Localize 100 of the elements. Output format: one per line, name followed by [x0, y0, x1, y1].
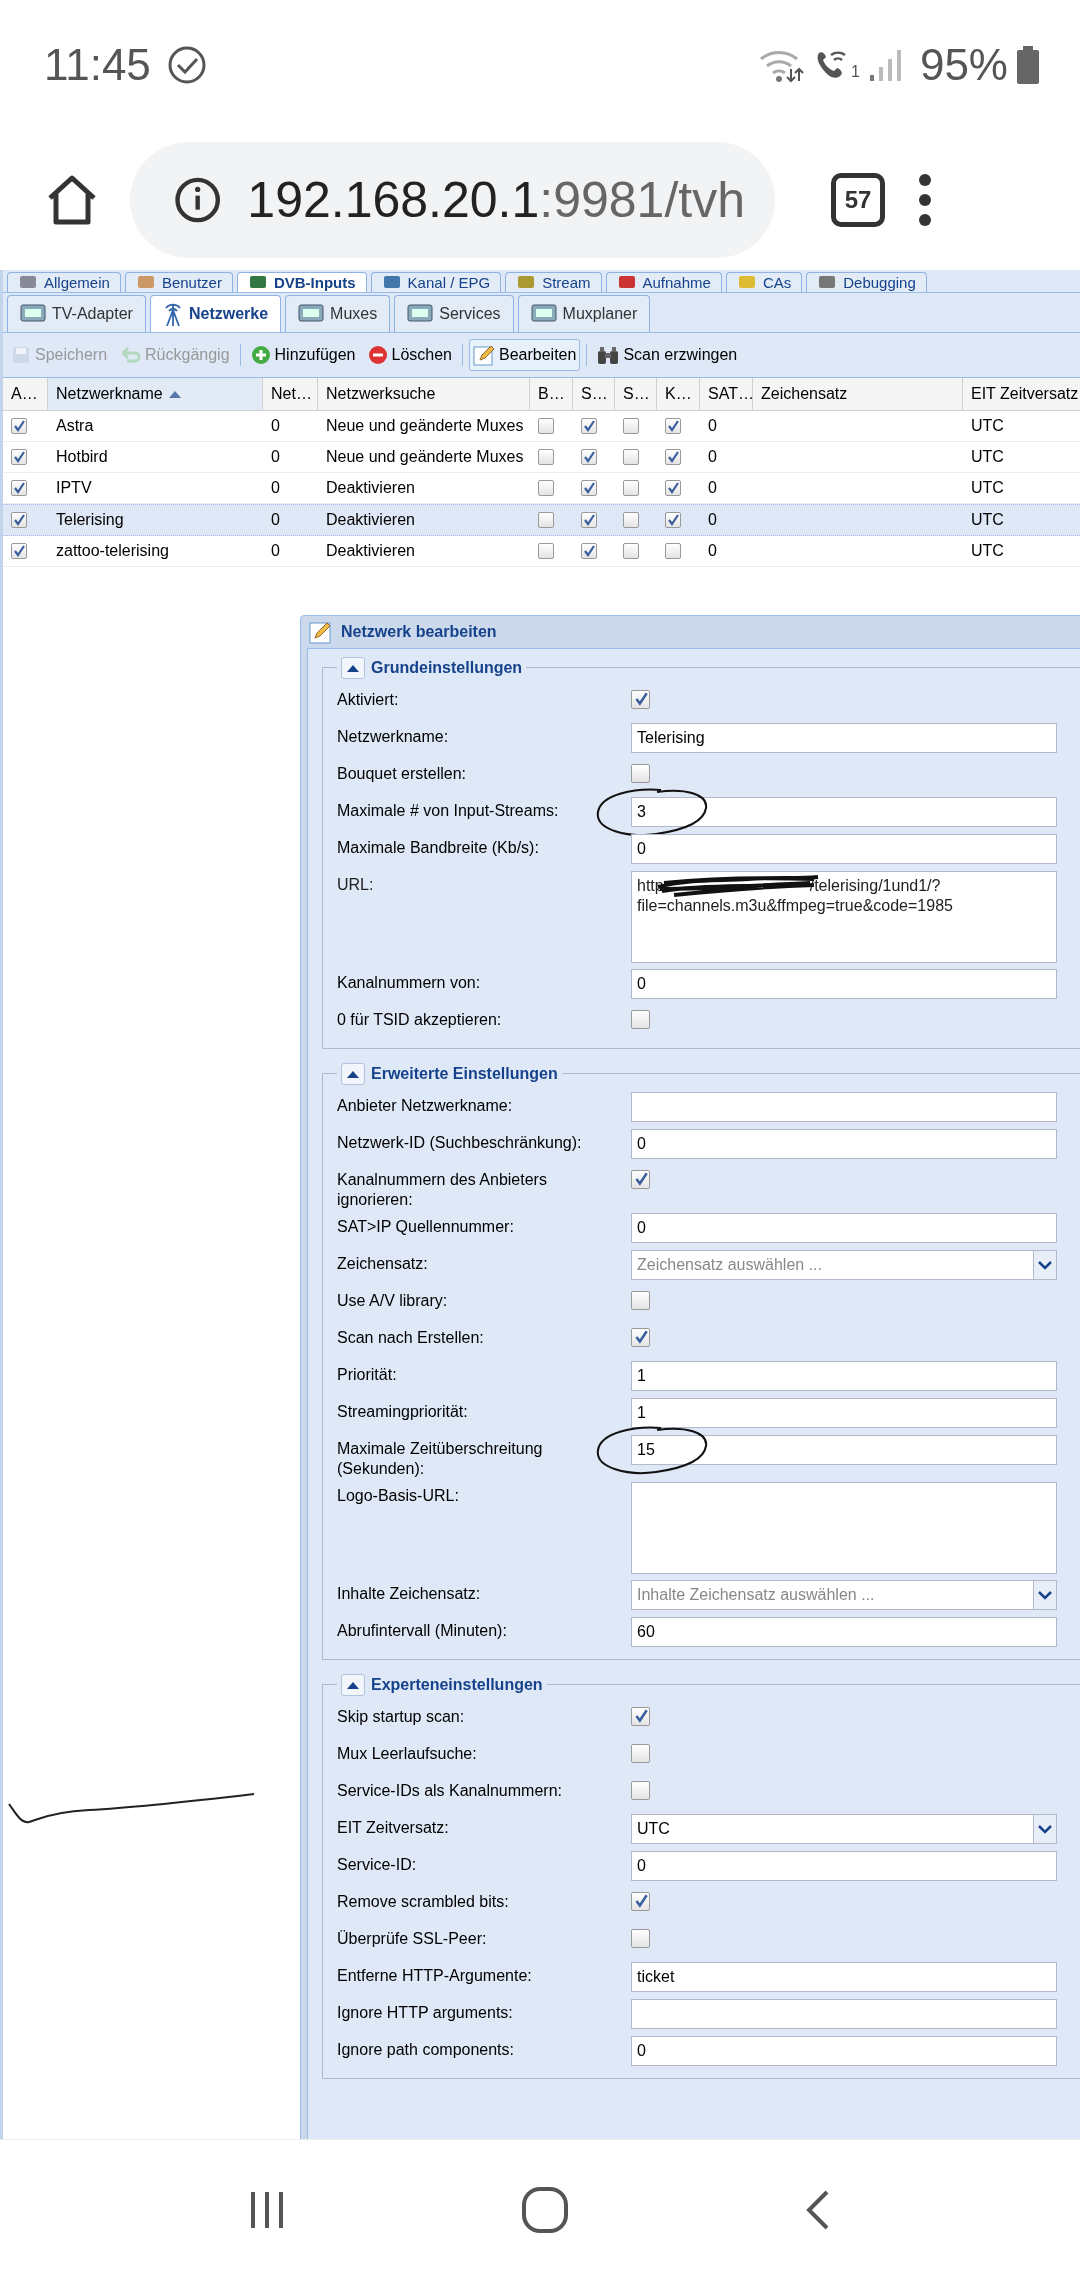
toolbar-button[interactable]: Scan erzwingen	[593, 339, 742, 370]
toolbar-button[interactable]: Hinzufügen	[246, 339, 360, 370]
sub-tab[interactable]: Services	[394, 294, 514, 332]
column-header[interactable]: S…	[573, 377, 615, 410]
text-field[interactable]: 0	[631, 1212, 1057, 1243]
column-header[interactable]: EIT Zeitversatz	[963, 377, 1080, 410]
checkbox[interactable]	[623, 417, 639, 434]
table-row[interactable]: Hotbird 0 Neue und geänderte Muxes 0 UTC	[3, 441, 1080, 473]
checkbox[interactable]	[631, 689, 650, 709]
checkbox[interactable]	[623, 542, 639, 559]
column-header[interactable]: B…	[530, 377, 573, 410]
collapse-button[interactable]	[341, 1062, 365, 1085]
main-tab[interactable]: Allgemein	[7, 271, 121, 292]
text-field[interactable]: 1	[631, 1397, 1057, 1428]
sort-ascending-icon	[168, 389, 181, 398]
table-row[interactable]: zattoo-telerising 0 Deaktivieren 0 UTC	[3, 535, 1080, 567]
toolbar-button[interactable]: Löschen	[363, 339, 456, 370]
table-row[interactable]: Telerising 0 Deaktivieren 0 UTC	[3, 503, 1080, 536]
tab-count-button[interactable]: 57	[831, 172, 885, 227]
sub-tab[interactable]: Muxplaner	[517, 294, 651, 332]
checkbox[interactable]	[11, 479, 27, 496]
checkbox[interactable]	[631, 1169, 650, 1189]
text-field[interactable]: 60	[631, 1616, 1057, 1647]
text-field[interactable]: 3	[631, 796, 1057, 827]
checkbox[interactable]	[665, 448, 681, 465]
text-field[interactable]	[631, 1998, 1057, 2029]
checkbox[interactable]	[538, 511, 554, 528]
address-bar[interactable]: 192.168.20.1:9981/tvh	[130, 141, 775, 258]
toolbar-button[interactable]: Bearbeiten	[469, 338, 581, 371]
field-label: Abrufintervall (Minuten):	[337, 1620, 508, 1641]
column-header[interactable]: Netzwerksuche	[318, 377, 530, 410]
table-cell: Deaktivieren	[326, 541, 415, 560]
column-header[interactable]: Net…	[263, 377, 318, 410]
checkbox[interactable]	[581, 417, 597, 434]
checkbox[interactable]	[11, 542, 27, 559]
checkbox[interactable]	[11, 417, 27, 434]
battery-icon	[1016, 44, 1040, 85]
main-tab[interactable]: Debugging	[806, 271, 927, 292]
text-field[interactable]: Telerising	[631, 722, 1057, 753]
main-tab[interactable]: Aufnahme	[605, 271, 722, 292]
field-label: Entferne HTTP-Argumente:	[337, 1965, 533, 1986]
collapse-button[interactable]	[341, 1673, 365, 1696]
column-header[interactable]: S…	[615, 377, 657, 410]
dropdown-field[interactable]: Inhalte Zeichensatz auswählen ...	[631, 1579, 1057, 1610]
main-tab[interactable]: Kanal / EPG	[370, 271, 502, 292]
text-field[interactable]	[631, 1091, 1057, 1122]
checkbox[interactable]	[665, 479, 681, 496]
checkbox[interactable]	[631, 1327, 650, 1347]
main-tab[interactable]: DVB-Inputs	[236, 271, 367, 292]
collapse-button[interactable]	[341, 656, 365, 679]
column-header[interactable]: Zeichensatz	[753, 377, 963, 410]
dropdown-field[interactable]: UTC	[631, 1813, 1057, 1844]
checkbox[interactable]	[11, 448, 27, 465]
home-button-icon[interactable]	[520, 2185, 570, 2236]
section-title: Experteneinstellungen	[371, 1675, 543, 1694]
checkbox[interactable]	[581, 479, 597, 496]
checkbox[interactable]	[623, 448, 639, 465]
text-field[interactable]: 0	[631, 833, 1057, 864]
checkbox[interactable]	[665, 417, 681, 434]
checkbox[interactable]	[631, 1780, 650, 1800]
checkbox[interactable]	[631, 1928, 650, 1948]
table-row[interactable]: Astra 0 Neue und geänderte Muxes 0 UTC	[3, 410, 1080, 442]
text-field[interactable]: 0	[631, 968, 1057, 999]
text-field[interactable]: 0	[631, 1128, 1057, 1159]
dropdown-field[interactable]: Zeichensatz auswählen ...	[631, 1249, 1057, 1280]
checkbox[interactable]	[538, 448, 554, 465]
checkbox[interactable]	[11, 511, 27, 528]
checkbox[interactable]	[631, 1009, 650, 1029]
text-field[interactable]: 1	[631, 1360, 1057, 1391]
checkbox[interactable]	[581, 542, 597, 559]
checkbox[interactable]	[631, 1743, 650, 1763]
checkbox[interactable]	[631, 1290, 650, 1310]
checkbox[interactable]	[623, 479, 639, 496]
main-tab[interactable]: Stream	[505, 271, 602, 292]
column-header[interactable]: SAT…	[700, 377, 753, 410]
text-field[interactable]: 0	[631, 2035, 1057, 2066]
table-row[interactable]: IPTV 0 Deaktivieren 0 UTC	[3, 472, 1080, 504]
column-header[interactable]: K…	[657, 377, 700, 410]
checkbox[interactable]	[665, 542, 681, 559]
text-field[interactable]: ticket	[631, 1961, 1057, 1992]
sub-tab[interactable]: TV-Adapter	[7, 294, 146, 332]
checkbox[interactable]	[581, 448, 597, 465]
column-header[interactable]: Netzwerkname	[48, 377, 263, 410]
checkbox[interactable]	[665, 511, 681, 528]
checkbox[interactable]	[538, 417, 554, 434]
checkbox[interactable]	[631, 1891, 650, 1911]
checkbox[interactable]	[623, 511, 639, 528]
checkbox[interactable]	[631, 763, 650, 783]
main-tab[interactable]: CAs	[725, 271, 803, 292]
table-cell: UTC	[971, 416, 1004, 435]
checkbox[interactable]	[538, 479, 554, 496]
main-tab[interactable]: Benutzer	[124, 271, 233, 292]
text-field[interactable]: 0	[631, 1850, 1057, 1881]
checkbox[interactable]	[538, 542, 554, 559]
checkbox[interactable]	[581, 511, 597, 528]
sub-tab[interactable]: Muxes	[285, 294, 391, 332]
checkbox[interactable]	[631, 1706, 650, 1726]
table-cell: 0	[708, 510, 717, 529]
sub-tab[interactable]: Netzwerke	[149, 294, 282, 332]
text-field[interactable]: 15	[631, 1434, 1057, 1465]
